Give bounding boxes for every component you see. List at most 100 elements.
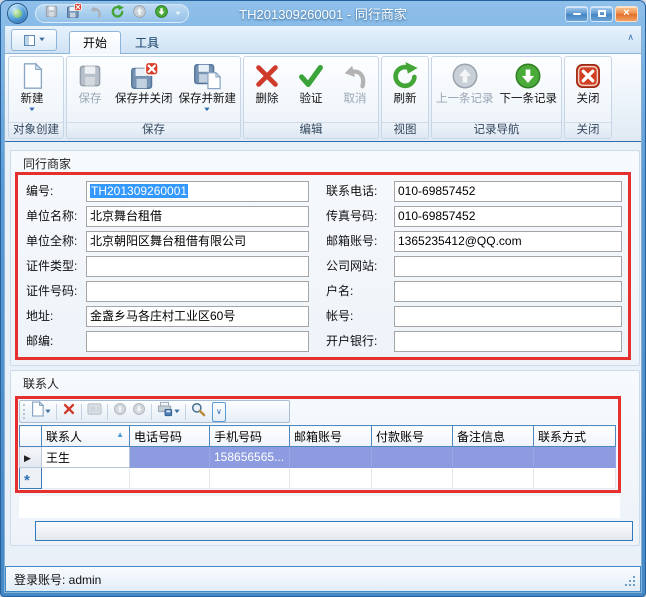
prev-record-button[interactable]: 上一条记录 — [433, 58, 497, 122]
close-button[interactable]: × — [615, 6, 638, 22]
toolbar-grip[interactable] — [23, 404, 25, 419]
quick-access-toolbar: ▼ — [35, 4, 189, 23]
qat-save-button[interactable] — [43, 5, 60, 22]
column-header-email[interactable]: 邮箱账号 — [290, 426, 372, 447]
field-number-input[interactable]: TH201309260001 — [86, 181, 309, 202]
properties-window-icon — [87, 402, 102, 421]
cell-mobile[interactable]: 158656565... — [210, 447, 290, 468]
ribbon-group-edit: 删除 验证 取消 编辑 — [243, 56, 379, 139]
move-down-button[interactable] — [131, 402, 147, 421]
groupbox-merchant-caption: 同行商家 — [11, 151, 639, 172]
new-row-indicator-cell: * — [20, 468, 42, 489]
field-postcode-input[interactable] — [86, 331, 309, 352]
horizontal-scrollbar[interactable] — [35, 521, 633, 541]
next-record-icon — [154, 4, 169, 24]
export-button[interactable]: ▼ — [156, 402, 181, 421]
groupbox-merchant: 同行商家 编号: TH201309260001 联系电话: 010-698574… — [10, 150, 640, 366]
save-and-close-button[interactable]: 保存并关闭 — [112, 58, 176, 122]
search-button[interactable] — [190, 402, 207, 421]
tab-start[interactable]: 开始 — [69, 31, 121, 54]
qat-refresh-button[interactable] — [109, 5, 126, 22]
edit-properties-button[interactable] — [86, 402, 103, 421]
minimize-button[interactable] — [565, 6, 588, 22]
toolbar-more-chevron-icon[interactable]: ∨ — [212, 402, 226, 422]
cell-email[interactable] — [290, 447, 372, 468]
tab-tools[interactable]: 工具 — [121, 31, 173, 54]
field-email-input[interactable]: 1365235412@QQ.com — [394, 231, 622, 252]
delete-button[interactable]: 删除 — [245, 58, 289, 122]
status-bar: 登录账号: admin — [5, 566, 641, 592]
contacts-grid: 联系人▲ 电话号码 手机号码 邮箱账号 付款账号 备注信息 联系方式 ▶ 王生 — [19, 425, 616, 489]
up-circle-icon — [113, 402, 127, 421]
delete-cross-icon — [62, 402, 76, 421]
new-row-icon — [30, 401, 44, 422]
field-account-number-input[interactable] — [394, 306, 622, 327]
save-and-close-icon — [66, 3, 82, 24]
field-unit-name-input[interactable]: 北京舞台租借 — [86, 206, 309, 227]
delete-contact-button[interactable] — [61, 402, 77, 421]
table-row-selected[interactable]: ▶ 王生 158656565... — [20, 447, 616, 468]
qat-save-close-button[interactable] — [65, 5, 82, 22]
field-address-input[interactable]: 金盏乡马各庄村工业区60号 — [86, 306, 309, 327]
ribbon-collapse-chevron-icon[interactable]: ∧ — [627, 33, 634, 42]
close-form-button[interactable]: 关闭 — [566, 58, 610, 122]
close-red-icon — [573, 59, 603, 92]
ribbon: 新建 ▼ 对象创建 保存 保存并关闭 — [5, 54, 641, 142]
close-icon: × — [623, 8, 629, 19]
ribbon-group-view: 刷新 视图 — [381, 56, 429, 139]
dropdown-caret-icon: ▼ — [172, 409, 181, 415]
cell-contact[interactable]: 王生 — [42, 447, 130, 468]
add-contact-button[interactable]: ▼ — [29, 402, 52, 421]
app-menu-button[interactable]: ▼ — [11, 29, 57, 51]
save-and-new-button[interactable]: 保存并新建 ▼ — [176, 58, 240, 122]
maximize-button[interactable] — [590, 6, 613, 22]
column-header-mobile[interactable]: 手机号码 — [210, 426, 290, 447]
annotation-border-contacts: ▼ ▼ — [15, 396, 621, 493]
grid-header-row: 联系人▲ 电话号码 手机号码 邮箱账号 付款账号 备注信息 联系方式 — [20, 426, 616, 447]
qat-dropdown-chevron-icon[interactable]: ▼ — [174, 11, 183, 17]
toolbar-separator — [151, 404, 152, 420]
field-phone-input[interactable]: 010-69857452 — [394, 181, 622, 202]
qat-undo-button[interactable] — [87, 5, 104, 22]
field-account-name-input[interactable] — [394, 281, 622, 302]
magnifier-icon — [191, 402, 206, 422]
app-logo-icon[interactable] — [7, 3, 28, 24]
down-circle-icon — [132, 402, 146, 421]
refresh-button[interactable]: 刷新 — [383, 58, 427, 122]
save-and-close-icon — [129, 59, 159, 92]
cancel-button[interactable]: 取消 — [333, 58, 377, 122]
column-header-contact[interactable]: 联系人▲ — [42, 426, 130, 447]
table-row-new[interactable]: * — [20, 468, 616, 489]
validate-button[interactable]: 验证 — [289, 58, 333, 122]
group-caption: 保存 — [67, 122, 240, 138]
dropdown-caret-icon: ▼ — [28, 106, 37, 115]
contacts-toolbar: ▼ ▼ — [19, 400, 290, 423]
field-fax-input[interactable]: 010-69857452 — [394, 206, 622, 227]
column-header-method[interactable]: 联系方式 — [534, 426, 616, 447]
minimize-icon — [573, 13, 581, 15]
column-header-note[interactable]: 备注信息 — [453, 426, 534, 447]
qat-prev-record-button[interactable] — [131, 5, 148, 22]
resize-grip[interactable] — [623, 574, 635, 586]
cell-note[interactable] — [453, 447, 534, 468]
column-header-phone[interactable]: 电话号码 — [130, 426, 210, 447]
next-record-button[interactable]: 下一条记录 — [497, 58, 561, 122]
cell-phone[interactable] — [130, 447, 210, 468]
next-record-icon — [513, 59, 543, 92]
field-bank-input[interactable] — [394, 331, 622, 352]
save-and-new-icon — [192, 59, 222, 92]
cell-method[interactable] — [534, 447, 616, 468]
cell-payment[interactable] — [372, 447, 453, 468]
new-button[interactable]: 新建 ▼ — [10, 58, 54, 122]
field-cert-type-input[interactable] — [86, 256, 309, 277]
field-website-input[interactable] — [394, 256, 622, 277]
column-header-payment[interactable]: 付款账号 — [372, 426, 453, 447]
save-button[interactable]: 保存 — [68, 58, 112, 122]
field-cert-number-input[interactable] — [86, 281, 309, 302]
qat-next-record-button[interactable] — [153, 5, 170, 22]
field-full-name-input[interactable]: 北京朝阳区舞台租借有限公司 — [86, 231, 309, 252]
annotation-border-form: 编号: TH201309260001 联系电话: 010-69857452 单位… — [15, 172, 631, 360]
move-up-button[interactable] — [112, 402, 128, 421]
ribbon-group-object-create: 新建 ▼ 对象创建 — [8, 56, 64, 139]
current-row-arrow-icon: ▶ — [24, 453, 31, 463]
